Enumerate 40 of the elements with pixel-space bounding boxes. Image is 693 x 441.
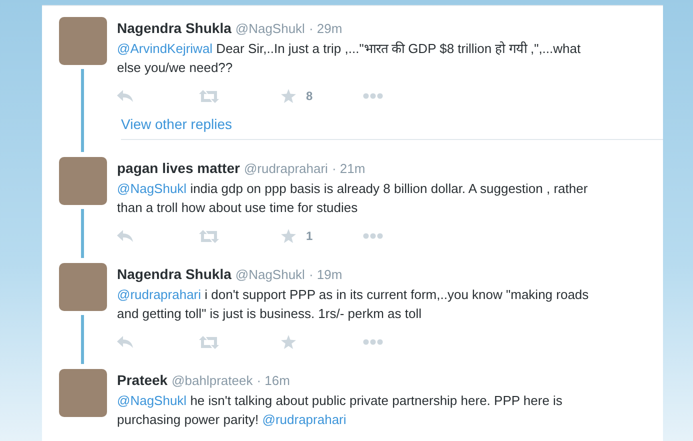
- user-handle[interactable]: @NagShukl: [235, 267, 305, 282]
- mention-link[interactable]: @rudraprahari: [117, 287, 202, 302]
- user-name[interactable]: Prateek: [117, 372, 168, 388]
- user-name[interactable]: pagan lives matter: [117, 160, 240, 176]
- tweet-text: @NagShukl india gdp on ppp basis is already 8 billion dollar. A suggestion , rather than a troll how about use time for studies: [117, 180, 589, 217]
- favorite-count: 1: [306, 229, 313, 243]
- tweet-text: @NagShukl he isn't talking about public private partnership here. PPP here is purchasing power parity! @rudraprahari: [117, 392, 564, 429]
- tweet-time[interactable]: · 19m: [308, 267, 342, 282]
- favorite-count: 8: [306, 89, 313, 103]
- reply-icon[interactable]: [117, 90, 133, 102]
- star-icon[interactable]: [281, 89, 296, 103]
- avatar-photo[interactable]: [59, 263, 107, 311]
- tweet-text: @ArvindKejriwal Dear Sir,..In just a trip ,..."भारत की GDP $8 trillion हो गयी ,",...what else you/we need??: [117, 40, 582, 77]
- mention-link[interactable]: @rudraprahari: [262, 412, 346, 427]
- user-handle[interactable]: @NagShukl: [235, 21, 305, 36]
- reply-icon[interactable]: [117, 230, 133, 242]
- more-icon[interactable]: [363, 233, 383, 239]
- tweet-time[interactable]: · 29m: [308, 21, 342, 36]
- tweet-text: @rudraprahari i don't support PPP as in its current form,..you know "making roads and getting toll" is just is business. 1rs/- perkm as toll: [117, 286, 590, 323]
- user-handle[interactable]: @bahlprateek: [172, 373, 253, 388]
- mention-link[interactable]: @NagShukl: [117, 181, 187, 196]
- more-icon[interactable]: [363, 93, 383, 99]
- star-icon[interactable]: [281, 335, 296, 349]
- user-handle[interactable]: @rudraprahari: [244, 161, 328, 176]
- star-icon[interactable]: [281, 229, 296, 243]
- avatar-photo[interactable]: [59, 369, 107, 417]
- tweet-time[interactable]: · 21m: [332, 161, 366, 176]
- avatar-photo[interactable]: [59, 17, 107, 65]
- retweet-icon[interactable]: [199, 90, 219, 102]
- more-icon[interactable]: [363, 339, 383, 345]
- reply-icon[interactable]: [117, 336, 133, 348]
- user-name[interactable]: Nagendra Shukla: [117, 266, 232, 282]
- retweet-icon[interactable]: [199, 336, 219, 348]
- retweet-icon[interactable]: [199, 230, 219, 242]
- tweet-time[interactable]: · 16m: [256, 373, 290, 388]
- user-name[interactable]: Nagendra Shukla: [117, 20, 232, 36]
- view-replies-link[interactable]: View other replies: [121, 116, 232, 132]
- avatar-photo[interactable]: [59, 157, 107, 205]
- mention-link[interactable]: @NagShukl: [117, 393, 187, 408]
- mention-link[interactable]: @ArvindKejriwal: [117, 41, 213, 56]
